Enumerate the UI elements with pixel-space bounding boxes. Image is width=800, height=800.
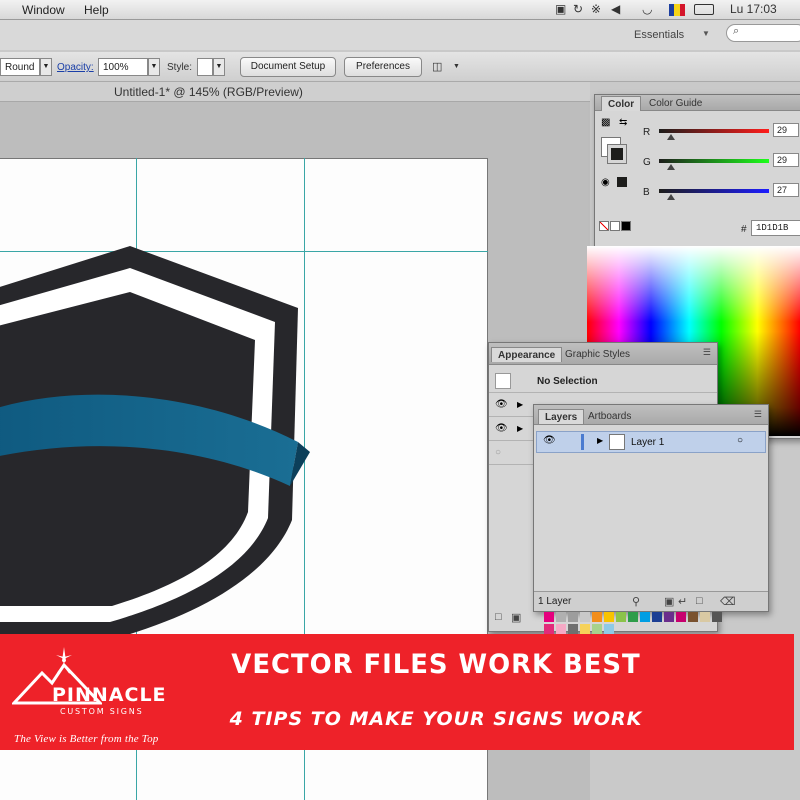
arrange-documents-icon[interactable]: ◫ [432, 60, 442, 73]
menu-bar: Window Help ▣ ↻ ※ ◀ ◡ Lu 17:03 [0, 0, 800, 20]
brand-tagline: The View is Better from the Top [14, 733, 159, 745]
red-value-input[interactable]: 29 [773, 123, 799, 137]
banner-headline: VECTOR FILES WORK BEST [231, 649, 641, 680]
make-clipping-mask-icon[interactable]: ▣ [664, 595, 674, 608]
red-slider-handle[interactable] [667, 134, 675, 140]
stroke-swatch[interactable] [607, 144, 627, 164]
search-icon: ⌕ [733, 25, 740, 37]
new-art-icon[interactable]: □ [495, 611, 502, 623]
brand-subtitle: CUSTOM SIGNS [60, 707, 144, 716]
bluetooth-icon[interactable]: ※ [591, 2, 601, 16]
volume-icon[interactable]: ◀ [611, 2, 620, 16]
black-swatch[interactable] [621, 221, 631, 231]
wifi-icon[interactable]: ◡ [642, 2, 652, 16]
clock[interactable]: Lu 17:03 [730, 2, 777, 16]
green-channel-label: G [643, 157, 651, 168]
panel-menu-icon[interactable]: ☰ [754, 409, 762, 420]
tab-color[interactable]: Color [601, 96, 642, 111]
tab-color-guide[interactable]: Color Guide [643, 96, 708, 111]
control-bar: Round ▼ Opacity: 100% ▼ Style: ▼ Documen… [0, 52, 800, 82]
green-value-input[interactable]: 29 [773, 153, 799, 167]
hex-input[interactable]: 1D1D1B [751, 220, 800, 236]
layer-name[interactable]: Layer 1 [631, 437, 664, 448]
selection-thumbnail [495, 373, 511, 389]
none-color-swatch[interactable] [599, 221, 609, 231]
layers-panel-tabs: Layers Artboards ☰ [534, 405, 768, 425]
opacity-input[interactable]: 100% [98, 58, 148, 76]
blue-channel-label: B [643, 187, 650, 198]
stroke-profile-select[interactable]: Round [0, 58, 40, 76]
opacity-label[interactable]: Opacity: [57, 62, 94, 73]
visibility-eye-icon[interactable]: 👁 [543, 435, 556, 446]
green-slider-handle[interactable] [667, 164, 675, 170]
chevron-down-icon[interactable]: ▼ [453, 63, 460, 70]
selection-row: No Selection [489, 371, 717, 393]
out-of-gamut-icon[interactable]: ◉ [601, 177, 610, 188]
selection-status: No Selection [537, 376, 598, 387]
tab-layers[interactable]: Layers [538, 409, 585, 424]
new-sublayer-icon[interactable]: ↵ [678, 595, 687, 608]
hex-prefix: # [741, 224, 747, 235]
brand-name: PINNACLE [52, 684, 167, 706]
document-setup-button[interactable]: Document Setup [240, 57, 336, 77]
preferences-button[interactable]: Preferences [344, 57, 422, 77]
input-source-flag-icon[interactable] [669, 4, 685, 16]
menu-window[interactable]: Window [22, 3, 65, 17]
tab-artboards[interactable]: Artboards [582, 409, 637, 424]
expand-arrow-icon[interactable]: ▶ [517, 424, 523, 433]
workspace-switcher[interactable]: Essentials [634, 29, 684, 41]
target-circle-icon[interactable]: ○ [737, 435, 743, 446]
red-channel-label: R [643, 127, 651, 138]
dropbox-icon[interactable]: ▣ [555, 2, 566, 16]
chevron-down-icon[interactable]: ▼ [702, 29, 710, 38]
layer-row[interactable]: 👁 ▶ Layer 1 ○ [536, 431, 766, 453]
green-slider[interactable] [659, 159, 769, 163]
banner-subheadline: 4 TIPS TO MAKE YOUR SIGNS WORK [229, 708, 643, 730]
trash-icon[interactable]: ⌫ [720, 595, 736, 608]
chevron-down-icon[interactable]: ▼ [213, 58, 225, 76]
swap-colors-icon[interactable]: ⇆ [619, 117, 627, 128]
red-slider[interactable] [659, 129, 769, 133]
shield-artwork[interactable] [0, 240, 320, 640]
menu-help[interactable]: Help [84, 3, 109, 17]
layer-color-indicator [581, 434, 584, 450]
default-colors-icon[interactable]: ▩ [601, 117, 610, 128]
chevron-down-icon[interactable]: ▼ [40, 58, 52, 76]
layer-thumbnail [609, 434, 625, 450]
workspace-bar: Essentials ▼ [0, 20, 800, 50]
expand-arrow-icon[interactable]: ▶ [597, 436, 603, 445]
layers-footer: 1 Layer ⚲ ▣ ↵ □ ⌫ [534, 591, 768, 611]
graphic-style-swatch[interactable] [197, 58, 213, 76]
blue-slider[interactable] [659, 189, 769, 193]
battery-icon[interactable] [694, 4, 714, 15]
clear-appearance-icon[interactable]: ▣ [511, 611, 521, 624]
visibility-eye-icon[interactable]: 👁 [495, 399, 508, 410]
search-input[interactable]: ⌕ [726, 24, 800, 42]
color-panel-tabs: Color Color Guide [595, 95, 800, 111]
layer-count: 1 Layer [538, 596, 572, 607]
new-layer-icon[interactable]: □ [696, 595, 703, 607]
layers-panel: Layers Artboards ☰ 👁 ▶ Layer 1 ○ 1 Layer… [533, 404, 769, 612]
chevron-down-icon[interactable]: ▼ [148, 58, 160, 76]
panel-menu-icon[interactable]: ☰ [703, 347, 711, 358]
expand-arrow-icon[interactable]: ▶ [517, 400, 523, 409]
tab-graphic-styles[interactable]: Graphic Styles [559, 347, 636, 362]
appearance-panel-tabs: Appearance Graphic Styles ☰ [489, 343, 717, 365]
document-tab[interactable]: Untitled-1* @ 145% (RGB/Preview) [0, 82, 590, 102]
white-swatch[interactable] [610, 221, 620, 231]
locate-object-icon[interactable]: ⚲ [632, 595, 640, 608]
document-title: Untitled-1* @ 145% (RGB/Preview) [114, 85, 303, 99]
timemachine-icon[interactable]: ↻ [573, 2, 583, 16]
visibility-eye-icon[interactable]: ○ [495, 447, 501, 458]
tab-appearance[interactable]: Appearance [491, 347, 563, 362]
web-safe-swatch[interactable] [617, 177, 627, 187]
visibility-eye-icon[interactable]: 👁 [495, 423, 508, 434]
style-label: Style: [167, 62, 193, 73]
blue-value-input[interactable]: 27 [773, 183, 799, 197]
blue-slider-handle[interactable] [667, 194, 675, 200]
